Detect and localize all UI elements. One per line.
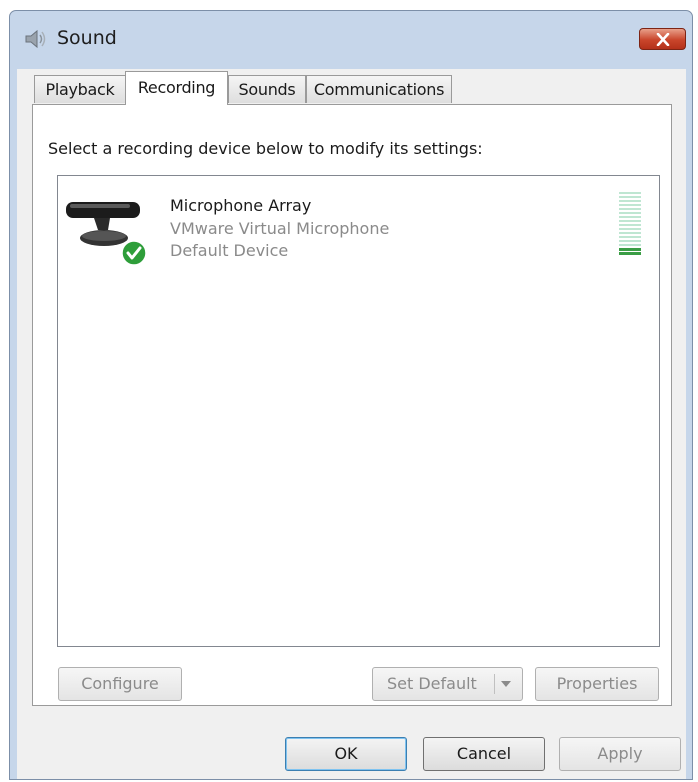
level-meter: [619, 192, 641, 260]
recording-device-list[interactable]: Microphone Array VMware Virtual Micropho…: [57, 175, 660, 647]
default-check-icon: [121, 240, 147, 266]
level-meter-segment: [619, 240, 641, 242]
device-name: Microphone Array: [170, 196, 312, 215]
window-title: Sound: [57, 27, 117, 49]
chevron-down-icon[interactable]: [500, 680, 512, 688]
close-icon: [656, 33, 670, 46]
sound-dialog: Sound Playback Recording Sounds Communic…: [9, 10, 693, 780]
cancel-button[interactable]: Cancel: [423, 737, 545, 771]
level-meter-segment: [619, 196, 641, 198]
properties-button[interactable]: Properties: [535, 667, 659, 701]
level-meter-segment: [619, 216, 641, 218]
instruction-text: Select a recording device below to modif…: [48, 139, 483, 158]
set-default-button[interactable]: Set Default: [372, 667, 523, 701]
level-meter-segment-active: [619, 252, 641, 255]
level-meter-segment: [619, 244, 641, 246]
level-meter-segment: [619, 212, 641, 214]
tab-sounds[interactable]: Sounds: [228, 75, 306, 103]
set-default-label: Set Default: [387, 674, 477, 693]
level-meter-segment: [619, 232, 641, 234]
level-meter-segment: [619, 192, 641, 194]
speaker-icon: [25, 29, 46, 49]
level-meter-segment: [619, 200, 641, 202]
level-meter-segment: [619, 220, 641, 222]
configure-button[interactable]: Configure: [58, 667, 182, 701]
tab-playback[interactable]: Playback: [34, 75, 126, 103]
level-meter-segment: [619, 236, 641, 238]
tab-recording[interactable]: Recording: [125, 71, 228, 105]
list-item[interactable]: Microphone Array VMware Virtual Micropho…: [60, 178, 655, 266]
tab-communications[interactable]: Communications: [306, 75, 452, 103]
level-meter-segment: [619, 208, 641, 210]
level-meter-segment: [619, 204, 641, 206]
split-divider: [494, 674, 495, 694]
dialog-client-area: Playback Recording Sounds Communications…: [17, 69, 686, 779]
level-meter-segment: [619, 224, 641, 226]
title-bar[interactable]: Sound: [10, 11, 692, 67]
level-meter-segment-active: [619, 248, 641, 251]
level-meter-segment: [619, 228, 641, 230]
device-description: VMware Virtual Microphone: [170, 219, 390, 238]
apply-button[interactable]: Apply: [559, 737, 681, 771]
device-status: Default Device: [170, 241, 289, 260]
close-button[interactable]: [639, 28, 686, 50]
ok-button[interactable]: OK: [285, 737, 407, 771]
